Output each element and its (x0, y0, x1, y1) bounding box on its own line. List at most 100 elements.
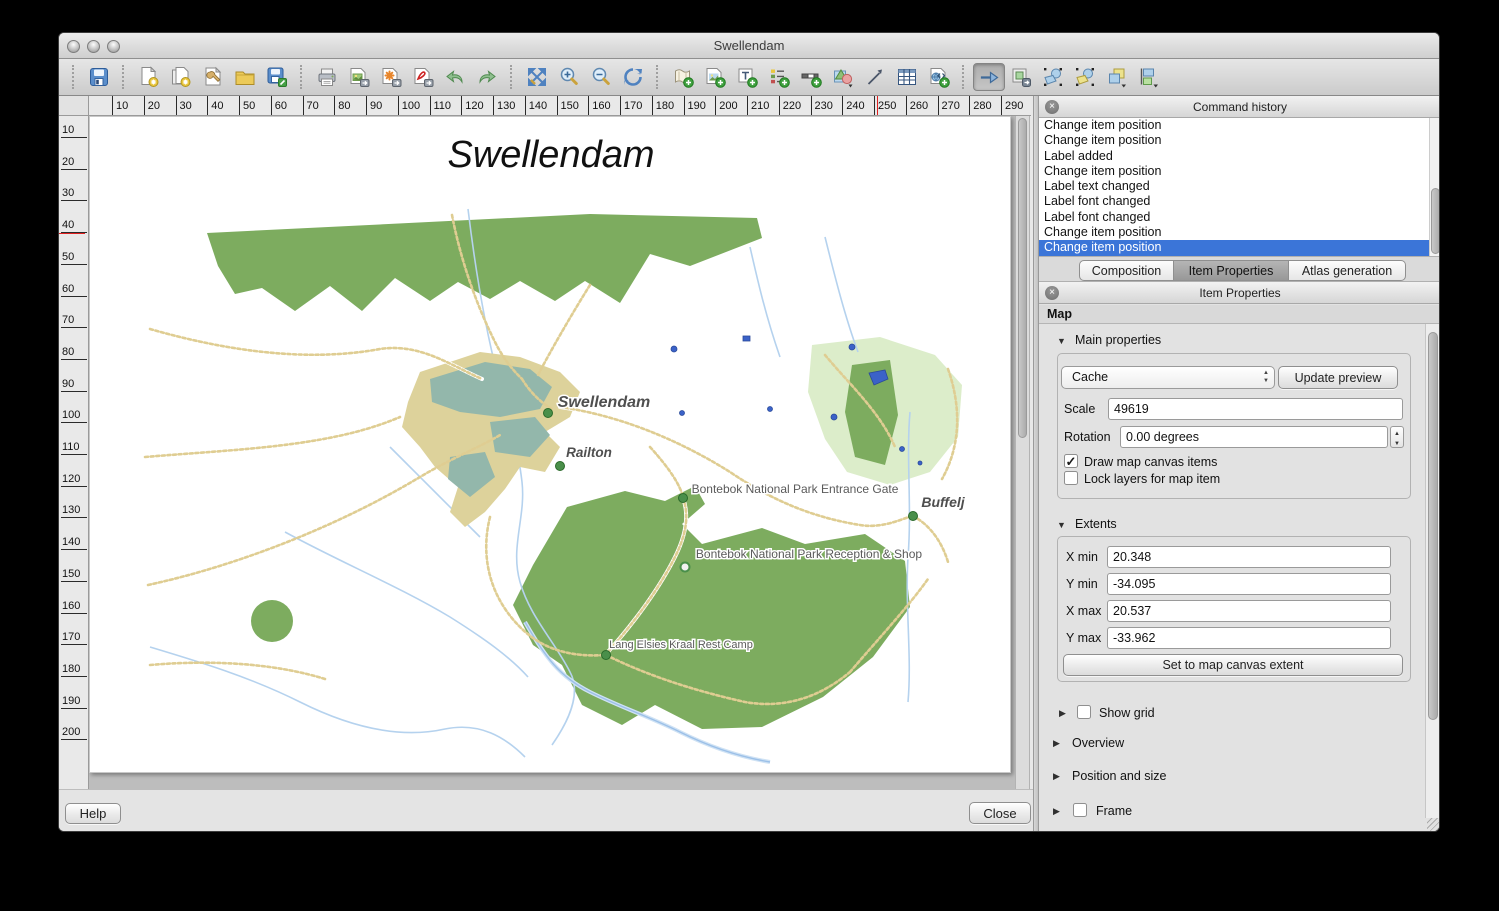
tab-item-properties[interactable]: Item Properties (1174, 260, 1289, 281)
history-item[interactable]: Change item position (1039, 240, 1429, 255)
add-image-button[interactable] (699, 63, 731, 91)
ymin-input[interactable]: -34.095 (1107, 573, 1391, 595)
export-svg-button[interactable] (375, 63, 407, 91)
add-scalebar-button[interactable] (795, 63, 827, 91)
zoom-full-button[interactable] (521, 63, 553, 91)
draw-map-canvas-items-checkbox[interactable] (1064, 454, 1078, 468)
rotation-input[interactable]: 0.00 degrees (1120, 426, 1388, 448)
zoom-in-button[interactable] (553, 63, 585, 91)
set-to-map-canvas-extent-button[interactable]: Set to map canvas extent (1063, 654, 1403, 676)
save-template-button[interactable] (261, 63, 293, 91)
show-grid-checkbox[interactable] (1077, 705, 1091, 719)
composition-page[interactable]: Swellendam (89, 116, 1011, 773)
raise-items-button[interactable] (1101, 63, 1133, 91)
ruler-tick: 90 (366, 96, 367, 116)
add-label-button[interactable] (731, 63, 763, 91)
history-item[interactable]: Change item position (1039, 164, 1429, 179)
history-item[interactable]: Change item position (1039, 225, 1429, 240)
undo-button[interactable] (439, 63, 471, 91)
preview-mode-select[interactable]: Cache ▲▼ (1061, 366, 1275, 389)
export-pdf-button[interactable] (407, 63, 439, 91)
ruler-tick: 50 (61, 251, 87, 265)
ruler-tick: 140 (61, 536, 87, 550)
tab-atlas-generation[interactable]: Atlas generation (1289, 260, 1406, 281)
history-item[interactable]: Change item position (1039, 118, 1429, 133)
canvas-vscrollbar[interactable] (1015, 116, 1030, 818)
close-button[interactable]: Close (969, 802, 1031, 824)
position-size-expander-icon[interactable]: ▶ (1053, 771, 1060, 782)
xmax-input[interactable]: 20.537 (1107, 600, 1391, 622)
command-history-scrollbar[interactable] (1429, 118, 1440, 256)
ruler-tick: 80 (334, 96, 335, 116)
add-attribute-table-button[interactable] (891, 63, 923, 91)
history-item[interactable]: Label font changed (1039, 194, 1429, 209)
history-item[interactable]: Label text changed (1039, 179, 1429, 194)
page-viewport: Swellendam (89, 116, 1015, 832)
ruler-tick: 20 (61, 156, 87, 170)
add-map-icon (672, 66, 694, 88)
rotation-spinner[interactable]: ▲▼ (1390, 426, 1404, 448)
lock-layers-label: Lock layers for map item (1084, 472, 1220, 486)
print-button[interactable] (311, 63, 343, 91)
add-shape-button[interactable] (827, 63, 859, 91)
history-item[interactable]: Label added (1039, 149, 1429, 164)
redo-icon (476, 66, 498, 88)
ruler-tick: 110 (430, 96, 431, 116)
properties-scrollbar[interactable] (1425, 324, 1440, 818)
help-button[interactable]: Help (65, 803, 121, 824)
show-grid-expander-icon[interactable]: ▶ (1059, 708, 1066, 719)
properties-scrollbar-thumb[interactable] (1428, 332, 1438, 720)
overview-expander-icon[interactable]: ▶ (1053, 738, 1060, 749)
command-history-scrollbar-thumb[interactable] (1431, 188, 1440, 254)
ruler-top: 1020304050607080901001101201301401501601… (89, 96, 1031, 116)
zoom-out-button[interactable] (585, 63, 617, 91)
xmin-input[interactable]: 20.348 (1107, 546, 1391, 568)
add-legend-button[interactable] (763, 63, 795, 91)
toolbar-separator (122, 65, 126, 89)
command-history-header: × Command history (1039, 96, 1440, 118)
refresh-view-button[interactable] (617, 63, 649, 91)
select-move-item-button[interactable] (973, 63, 1005, 91)
item-properties-header: × Item Properties (1039, 282, 1440, 304)
main-properties-expander-icon[interactable]: ▼ (1057, 336, 1066, 346)
update-preview-button[interactable]: Update preview (1278, 366, 1398, 389)
panel-tab-bar: Composition Item Properties Atlas genera… (1039, 256, 1440, 282)
move-item-content-button[interactable] (1005, 63, 1037, 91)
combo-arrows-icon: ▲▼ (1263, 369, 1269, 385)
add-scalebar-icon (800, 66, 822, 88)
add-map-button[interactable] (667, 63, 699, 91)
duplicate-composition-button[interactable] (165, 63, 197, 91)
ruler-tick: 110 (61, 441, 87, 455)
window-resize-grip[interactable] (1427, 818, 1440, 831)
extents-expander-icon[interactable]: ▼ (1057, 520, 1066, 530)
export-image-button[interactable] (343, 63, 375, 91)
draw-map-canvas-items-label: Draw map canvas items (1084, 455, 1217, 469)
ruler-tick: 70 (303, 96, 304, 116)
history-item[interactable]: Change item position (1039, 133, 1429, 148)
title-bar[interactable]: Swellendam (59, 33, 1439, 59)
ungroup-items-button[interactable] (1069, 63, 1101, 91)
scale-input[interactable]: 49619 (1108, 398, 1403, 420)
composer-manager-button[interactable] (197, 63, 229, 91)
load-template-button[interactable] (229, 63, 261, 91)
add-html-button[interactable] (923, 63, 955, 91)
redo-button[interactable] (471, 63, 503, 91)
add-arrow-button[interactable] (859, 63, 891, 91)
ruler-tick: 220 (779, 96, 780, 116)
align-items-button[interactable] (1133, 63, 1165, 91)
lock-layers-checkbox[interactable] (1064, 471, 1078, 485)
tab-composition[interactable]: Composition (1079, 260, 1174, 281)
xmin-label: X min (1066, 550, 1098, 564)
frame-expander-icon[interactable]: ▶ (1053, 806, 1060, 817)
ruler-tick: 90 (61, 378, 87, 392)
ymax-input[interactable]: -33.962 (1107, 627, 1391, 649)
group-items-button[interactable] (1037, 63, 1069, 91)
position-and-size-label: Position and size (1072, 769, 1167, 783)
history-item[interactable]: Label font changed (1039, 210, 1429, 225)
save-project-button[interactable] (83, 63, 115, 91)
map-label-railton: Railton (566, 445, 612, 460)
canvas-vscrollbar-thumb[interactable] (1018, 118, 1027, 438)
new-composition-button[interactable] (133, 63, 165, 91)
ruler-tick: 190 (684, 96, 685, 116)
frame-checkbox[interactable] (1073, 803, 1087, 817)
